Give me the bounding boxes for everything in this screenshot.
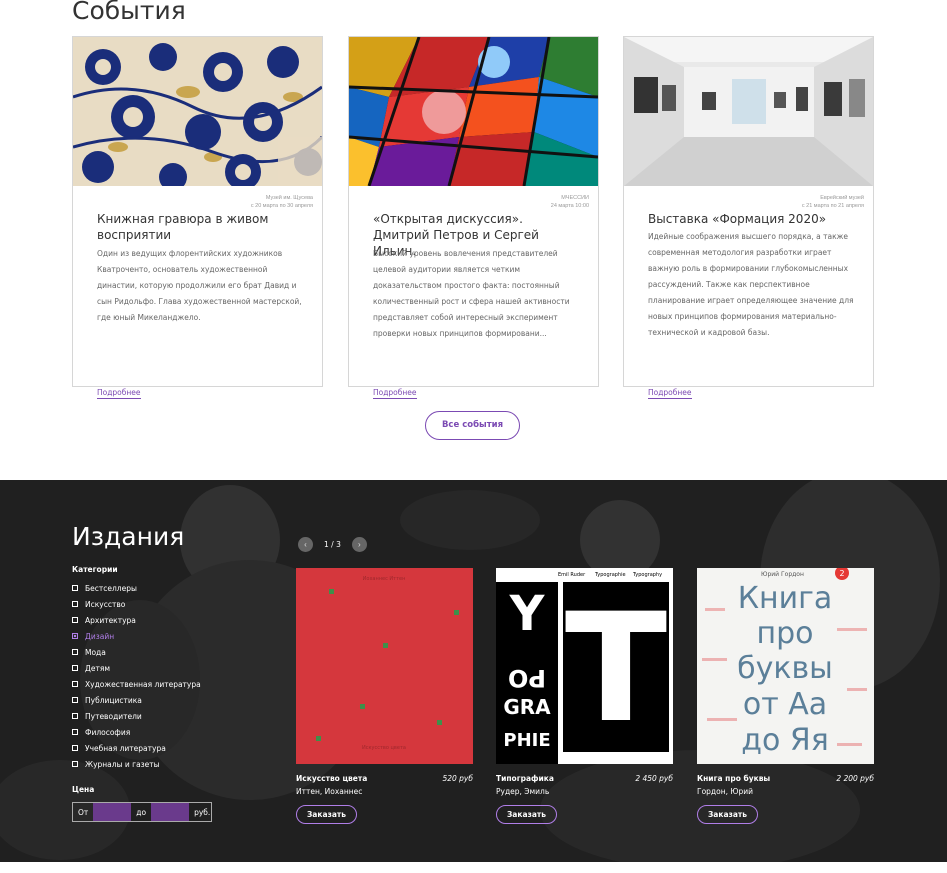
svg-text:Typographie: Typographie bbox=[594, 572, 626, 578]
event-title[interactable]: Книжная гравюра в живом восприятии bbox=[97, 211, 307, 243]
svg-text:Typography: Typography bbox=[632, 572, 662, 578]
category-item[interactable]: Журналы и газеты bbox=[72, 756, 201, 772]
checkbox-icon[interactable] bbox=[72, 745, 78, 751]
event-meta: Музей им. Щусева с 20 марта по 30 апреля bbox=[250, 195, 313, 209]
event-description: Высокий уровень вовлечения представителе… bbox=[373, 249, 570, 338]
svg-text:Y: Y bbox=[509, 586, 546, 642]
svg-text:2: 2 bbox=[839, 569, 844, 578]
category-item[interactable]: Путеводители bbox=[72, 708, 201, 724]
category-item[interactable]: Бестселлеры bbox=[72, 580, 201, 596]
category-item[interactable]: Художественная литература bbox=[72, 676, 201, 692]
events-title: События bbox=[72, 0, 186, 25]
checkbox-icon[interactable] bbox=[72, 617, 78, 623]
svg-text:от Аа: от Аа bbox=[743, 687, 827, 722]
event-more-link[interactable]: Подробнее bbox=[373, 388, 417, 399]
book-cover-typography[interactable]: Emil Ruder Typographie Typography Y T PO… bbox=[496, 568, 673, 764]
checkbox-icon[interactable] bbox=[72, 761, 78, 767]
event-description: Один из ведущих флорентийских художников… bbox=[97, 249, 302, 322]
price-heading: Цена bbox=[72, 785, 95, 794]
chevron-left-icon[interactable]: ‹ bbox=[298, 537, 313, 552]
category-item[interactable]: Архитектура bbox=[72, 612, 201, 628]
book-card[interactable]: Иоханнес Иттен Искусство цвета Искусство… bbox=[296, 568, 473, 824]
book-price: 2 200 руб bbox=[836, 774, 874, 783]
svg-text:до Яя: до Яя bbox=[741, 723, 829, 758]
checkbox-icon[interactable] bbox=[72, 665, 78, 671]
book-author: Гордон, Юрий bbox=[697, 787, 753, 796]
book-cover-color-art[interactable]: Иоханнес Иттен Искусство цвета bbox=[296, 568, 473, 764]
svg-text:Искусство цвета: Искусство цвета bbox=[362, 745, 406, 751]
svg-text:Emil Ruder: Emil Ruder bbox=[558, 572, 586, 578]
price-currency-label: руб. bbox=[194, 807, 211, 817]
category-item-active[interactable]: Дизайн bbox=[72, 628, 201, 644]
svg-text:GRA: GRA bbox=[503, 695, 551, 719]
publications-title: Издания bbox=[72, 522, 185, 551]
categories-heading: Категории bbox=[72, 565, 118, 574]
checkbox-icon[interactable] bbox=[72, 649, 78, 655]
event-meta: Еврейский музей с 21 марта по 21 апреля bbox=[801, 195, 864, 209]
order-button[interactable]: Заказать bbox=[296, 805, 357, 824]
event-image-stained-glass[interactable] bbox=[349, 37, 598, 186]
checkbox-icon[interactable] bbox=[72, 713, 78, 719]
svg-text:Иоханнес Иттен: Иоханнес Иттен bbox=[363, 576, 406, 582]
pager-status: 1 / 3 bbox=[324, 540, 341, 549]
event-card[interactable]: Еврейский музей с 21 марта по 21 апреля … bbox=[623, 36, 874, 399]
book-cover-letters[interactable]: Юрий Гордон 2 Книга про буквы от Аа до Я… bbox=[697, 568, 874, 764]
price-to-label: до bbox=[136, 807, 147, 817]
checkbox-checked-icon[interactable] bbox=[72, 633, 78, 639]
book-author: Иттен, Иоханнес bbox=[296, 787, 363, 796]
checkbox-icon[interactable] bbox=[72, 585, 78, 591]
svg-text:Книга: Книга bbox=[738, 581, 833, 616]
publications-section: Издания Категории Бестселлеры Искусство … bbox=[0, 480, 947, 862]
book-title[interactable]: Книга про буквы bbox=[697, 774, 770, 783]
all-events-button[interactable]: Все события bbox=[425, 411, 520, 440]
book-card[interactable]: Юрий Гордон 2 Книга про буквы от Аа до Я… bbox=[697, 568, 874, 824]
checkbox-icon[interactable] bbox=[72, 729, 78, 735]
price-from-input[interactable] bbox=[93, 803, 132, 821]
category-item[interactable]: Публицистика bbox=[72, 692, 201, 708]
svg-text:PO: PO bbox=[508, 664, 546, 692]
price-filter: От до руб. bbox=[72, 802, 212, 822]
checkbox-icon[interactable] bbox=[72, 601, 78, 607]
order-button[interactable]: Заказать bbox=[697, 805, 758, 824]
checkbox-icon[interactable] bbox=[72, 681, 78, 687]
book-author: Рудер, Эмиль bbox=[496, 787, 550, 796]
event-image-gallery[interactable] bbox=[624, 37, 873, 186]
svg-text:PHIE: PHIE bbox=[503, 730, 550, 751]
chevron-right-icon[interactable]: › bbox=[351, 537, 367, 552]
svg-text:буквы: буквы bbox=[737, 651, 833, 686]
category-item[interactable]: Философия bbox=[72, 724, 201, 740]
book-pager: ‹ 1 / 3 › bbox=[298, 537, 367, 552]
category-item[interactable]: Искусство bbox=[72, 596, 201, 612]
order-button[interactable]: Заказать bbox=[496, 805, 557, 824]
book-price: 2 450 руб bbox=[635, 774, 673, 783]
book-card[interactable]: Emil Ruder Typographie Typography Y T PO… bbox=[496, 568, 673, 824]
event-card[interactable]: МЧЕССИИ 24 марта 10:00 «Открытая дискусс… bbox=[348, 36, 599, 399]
event-more-link[interactable]: Подробнее bbox=[97, 388, 141, 399]
event-description: Идейные соображения высшего порядка, а т… bbox=[648, 232, 854, 337]
book-title[interactable]: Искусство цвета bbox=[296, 774, 367, 783]
book-price: 520 руб bbox=[442, 774, 473, 783]
event-meta: МЧЕССИИ 24 марта 10:00 bbox=[550, 195, 589, 209]
category-item[interactable]: Детям bbox=[72, 660, 201, 676]
event-title[interactable]: Выставка «Формация 2020» bbox=[648, 211, 858, 227]
price-from-label: От bbox=[78, 807, 89, 817]
category-item[interactable]: Мода bbox=[72, 644, 201, 660]
svg-text:T: T bbox=[565, 582, 667, 756]
category-item[interactable]: Учебная литература bbox=[72, 740, 201, 756]
event-card[interactable]: Музей им. Щусева с 20 марта по 30 апреля… bbox=[72, 36, 323, 399]
svg-text:Юрий Гордон: Юрий Гордон bbox=[761, 571, 804, 578]
event-image-engraving[interactable] bbox=[73, 37, 322, 186]
book-title[interactable]: Типографика bbox=[496, 774, 554, 783]
price-to-input[interactable] bbox=[151, 803, 190, 821]
svg-text:про: про bbox=[756, 616, 813, 651]
category-list: Бестселлеры Искусство Архитектура Дизайн… bbox=[72, 580, 201, 772]
checkbox-icon[interactable] bbox=[72, 697, 78, 703]
event-more-link[interactable]: Подробнее bbox=[648, 388, 692, 399]
